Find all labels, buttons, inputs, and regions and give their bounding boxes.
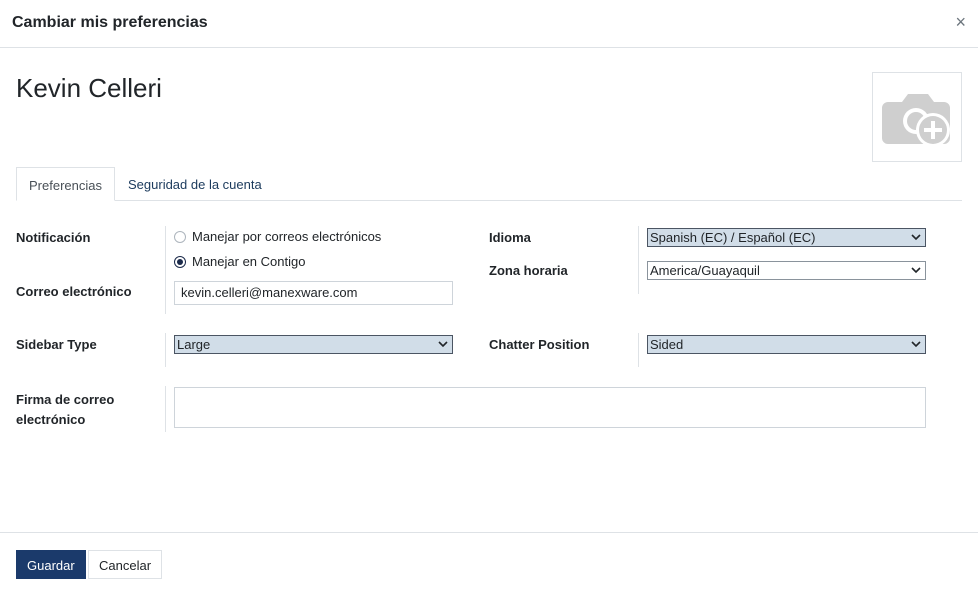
signature-label-line: electrónico bbox=[16, 412, 86, 427]
field-divider bbox=[638, 226, 639, 294]
email-label: Correo electrónico bbox=[16, 284, 132, 299]
field-divider bbox=[165, 333, 166, 367]
chatter-position-select-value: Sided bbox=[650, 337, 684, 352]
camera-plus-icon bbox=[882, 94, 950, 147]
sidebar-type-select-value: Large bbox=[177, 337, 211, 352]
timezone-label: Zona horaria bbox=[489, 263, 568, 278]
notification-label: Notificación bbox=[16, 230, 91, 245]
save-button[interactable]: Guardar bbox=[16, 550, 86, 579]
signature-editor[interactable] bbox=[174, 387, 926, 428]
chevron-down-icon bbox=[438, 341, 448, 348]
radio-email-option[interactable]: Manejar por correos electrónicos bbox=[174, 229, 381, 244]
radio-contigo-option[interactable]: Manejar en Contigo bbox=[174, 254, 305, 269]
modal-title: Cambiar mis preferencias bbox=[12, 14, 208, 31]
email-field[interactable]: kevin.celleri@manexware.com bbox=[174, 281, 453, 305]
signature-label-line: Firma de correo bbox=[16, 392, 115, 407]
modal-footer: Guardar Cancelar bbox=[0, 532, 978, 601]
timezone-select-value: America/Guayaquil bbox=[650, 263, 760, 278]
signature-label: Firma de correo electrónico bbox=[16, 390, 114, 430]
sidebar-type-select[interactable]: Large bbox=[174, 335, 453, 354]
radio-button[interactable] bbox=[174, 230, 186, 243]
field-divider bbox=[165, 386, 166, 432]
modal-header: Cambiar mis preferencias × bbox=[0, 0, 978, 48]
tab-preferencias[interactable]: Preferencias bbox=[16, 167, 115, 201]
tab-bar: Preferencias Seguridad de la cuenta bbox=[16, 167, 962, 201]
chevron-down-icon bbox=[911, 234, 921, 241]
radio-button-checked[interactable] bbox=[174, 255, 186, 268]
cancel-button[interactable]: Cancelar bbox=[88, 550, 163, 579]
language-label: Idioma bbox=[489, 230, 531, 245]
user-name: Kevin Celleri bbox=[16, 73, 162, 103]
chatter-position-label: Chatter Position bbox=[489, 337, 590, 352]
tab-seguridad[interactable]: Seguridad de la cuenta bbox=[116, 167, 274, 201]
radio-label: Manejar por correos electrónicos bbox=[192, 229, 382, 244]
language-select-value: Spanish (EC) / Español (EC) bbox=[650, 230, 816, 245]
timezone-select[interactable]: America/Guayaquil bbox=[647, 261, 926, 280]
sidebar-type-label: Sidebar Type bbox=[16, 337, 97, 352]
field-divider bbox=[638, 333, 639, 367]
radio-label: Manejar en Contigo bbox=[192, 254, 306, 269]
field-divider bbox=[165, 226, 166, 314]
avatar[interactable] bbox=[872, 72, 962, 162]
chatter-position-select[interactable]: Sided bbox=[647, 335, 926, 354]
close-icon[interactable]: × bbox=[955, 13, 966, 31]
language-select[interactable]: Spanish (EC) / Español (EC) bbox=[647, 228, 926, 247]
chevron-down-icon bbox=[911, 267, 921, 274]
chevron-down-icon bbox=[911, 341, 921, 348]
